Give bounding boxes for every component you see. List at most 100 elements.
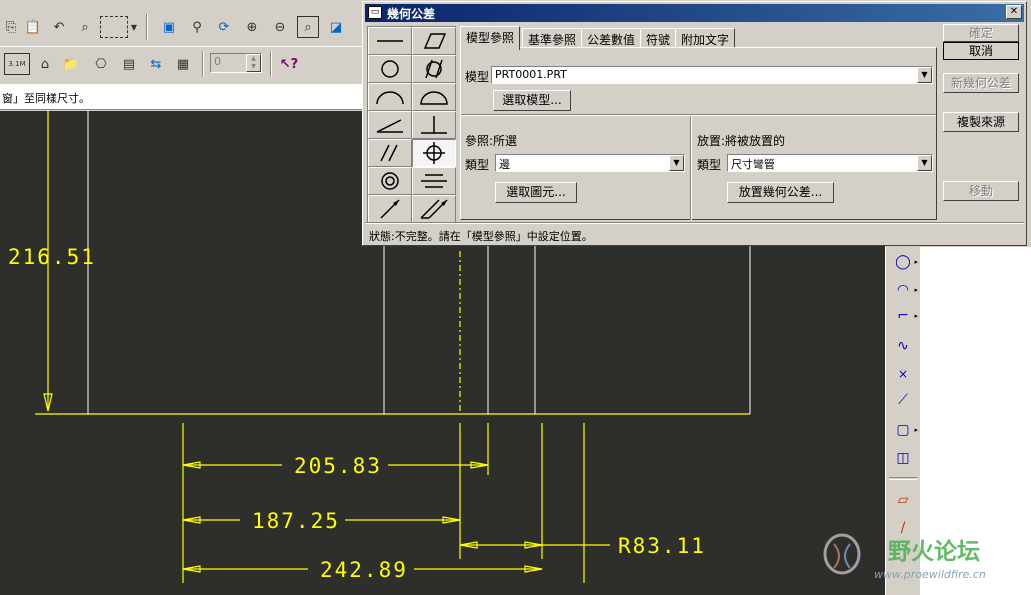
close-button[interactable]: ✕	[1006, 5, 1022, 19]
spin-value: 0	[214, 55, 221, 68]
reference-heading: 參照:所選	[465, 134, 518, 148]
close-icon: ✕	[1009, 6, 1019, 17]
select-entity-button[interactable]: 選取圖元...	[495, 182, 577, 203]
grid-icon[interactable]: ▦	[172, 53, 194, 75]
cancel-button[interactable]: 取消	[943, 42, 1019, 60]
select-model-button[interactable]: 選取模型...	[493, 90, 571, 111]
zoom-in-icon[interactable]: ⊕	[241, 16, 263, 38]
reference-type-label: 類型	[465, 158, 490, 172]
chevron-down-icon[interactable]: ▼	[917, 155, 932, 171]
flatness-tool-icon[interactable]: ▱	[890, 489, 916, 511]
parallelism-icon[interactable]	[368, 139, 412, 167]
fillet-tool-icon[interactable]: ⌐ ▸	[890, 305, 918, 327]
spline-tool-icon[interactable]: ∿	[890, 335, 916, 357]
circularity-icon[interactable]	[368, 55, 412, 83]
scale-icon[interactable]: 3.1M	[4, 53, 30, 75]
placement-type-select[interactable]: 尺寸彎管 ▼	[727, 154, 933, 172]
line-profile-icon[interactable]	[368, 83, 412, 111]
gtol-symbol-palette	[367, 26, 456, 223]
dim-text-r83[interactable]: R83.11	[618, 534, 706, 558]
model-label: 模型	[465, 70, 490, 84]
position-icon[interactable]	[412, 139, 456, 167]
dim-text-205[interactable]: 205.83	[294, 454, 382, 478]
tab-datum-reference[interactable]: 基準參照	[522, 28, 583, 48]
undo-icon[interactable]: ↶	[48, 16, 70, 38]
toolbar-separator	[146, 14, 148, 40]
flatness-icon[interactable]	[412, 27, 456, 55]
angularity-icon[interactable]	[368, 111, 412, 139]
geometric-tolerance-dialog: ▭ 幾何公差 ✕ 模型參照 基準參照 公差數值 符號 附加文字 模型 PRT00…	[362, 1, 1027, 246]
message-text: 窗」至同樣尺寸。	[2, 92, 90, 105]
model-value: PRT0001.PRT	[495, 68, 567, 81]
repaint-icon[interactable]: ◪	[325, 16, 347, 38]
chevron-down-icon[interactable]: ▼	[917, 67, 932, 83]
circle-tool-icon[interactable]: ◯ ▸	[890, 251, 918, 273]
dialog-status: 狀態:不完整。請在「模型參照」中設定位置。	[367, 225, 1023, 243]
move-button[interactable]: 移動	[943, 181, 1019, 201]
symmetry-icon[interactable]	[412, 167, 456, 195]
tab-model-reference[interactable]: 模型參照	[460, 26, 521, 50]
reference-type-select[interactable]: 邊 ▼	[495, 154, 685, 172]
model-select[interactable]: PRT0001.PRT ▼	[491, 66, 933, 84]
rectangle-tool-icon[interactable]: ▢ ▸	[890, 419, 918, 441]
tab-symbol[interactable]: 符號	[640, 28, 677, 48]
chevron-down-icon[interactable]: ▼	[128, 16, 140, 38]
spin-input[interactable]: 0 ▲ ▼	[210, 53, 262, 73]
point-tool-icon[interactable]: ×	[890, 363, 916, 385]
dialog-title: 幾何公差	[387, 7, 436, 21]
surface-profile-icon[interactable]	[412, 83, 456, 111]
place-gtol-button[interactable]: 放置幾何公差...	[727, 182, 834, 203]
straightness-icon[interactable]	[368, 27, 412, 55]
dialog-status-text: 狀態:不完整。請在「模型參照」中設定位置。	[369, 230, 593, 243]
spin-arrows-icon[interactable]: ▲ ▼	[246, 54, 261, 72]
toolbar-top: ⎘ 📋 ↶ ⌕ ▼ ▣ ⚲ ⟳ ⊕ ⊖ ⌕ ◪	[0, 10, 365, 48]
select-box-icon[interactable]	[100, 16, 128, 38]
divider	[365, 222, 1024, 224]
window-icon: ▭	[368, 6, 382, 19]
chevron-down-icon[interactable]: ▼	[669, 155, 684, 171]
datum-icon[interactable]: ⚲	[186, 16, 208, 38]
folder-icon[interactable]: 📁	[60, 53, 82, 75]
zoom-out-icon[interactable]: ⊖	[269, 16, 291, 38]
update-icon[interactable]: ⇆	[145, 53, 167, 75]
help-pointer-icon[interactable]: ↖?	[278, 53, 300, 75]
mirror-tool-icon[interactable]: ◫	[890, 447, 916, 469]
new-gtol-button[interactable]: 新幾何公差	[943, 73, 1019, 93]
toolbar-separator	[889, 477, 917, 480]
tab-tolerance-value[interactable]: 公差數值	[581, 28, 642, 48]
copy-icon[interactable]: ⎘	[0, 16, 22, 38]
toolbar-second: 3.1M ⌂ 📁 ⎔ ▤ ⇆ ▦ 0 ▲ ▼ ↖?	[0, 46, 365, 84]
total-runout-icon[interactable]	[412, 195, 456, 223]
copy-from-button[interactable]: 複製來源	[943, 112, 1019, 132]
cylindricity-icon[interactable]	[412, 55, 456, 83]
refit-icon[interactable]: ⌕	[297, 16, 319, 38]
tab-additional-text[interactable]: 附加文字	[675, 28, 736, 48]
menu-bar[interactable]	[0, 0, 365, 10]
dim-text-187[interactable]: 187.25	[252, 509, 340, 533]
use-edge-icon[interactable]: ⟋	[890, 389, 916, 411]
ok-button[interactable]: 確定	[943, 24, 1019, 42]
divider	[461, 114, 936, 116]
divider	[690, 116, 692, 220]
binoculars-icon[interactable]: ⌕	[74, 16, 96, 38]
table-icon[interactable]: ▤	[118, 53, 140, 75]
paste-icon[interactable]: 📋	[22, 16, 44, 38]
watermark-name: 野火论坛	[888, 539, 980, 565]
dialog-titlebar[interactable]: ▭ 幾何公差 ✕	[365, 4, 1024, 22]
message-line: 窗」至同樣尺寸。	[0, 84, 365, 110]
tab-panel: 模型 PRT0001.PRT ▼ 選取模型... 參照:所選 類型 邊 ▼ 選取…	[460, 47, 937, 220]
perpendicularity-icon[interactable]	[412, 111, 456, 139]
toolbar-separator	[202, 51, 204, 77]
sketch-view-icon[interactable]: ▣	[158, 16, 180, 38]
forum-watermark: 野火论坛 www.proewildfire.cn	[820, 528, 1020, 588]
watermark-url: www.proewildfire.cn	[874, 568, 986, 581]
toolbar-separator	[270, 51, 272, 77]
regenerate-icon[interactable]: ⟳	[213, 16, 235, 38]
view-icon[interactable]: ⌂	[34, 53, 56, 75]
layer-icon[interactable]: ⎔	[90, 53, 112, 75]
arc-tool-icon[interactable]: ◠ ▸	[890, 279, 918, 301]
concentricity-icon[interactable]	[368, 167, 412, 195]
dim-text-216[interactable]: 216.51	[8, 245, 96, 269]
dim-text-242[interactable]: 242.89	[320, 558, 408, 582]
circular-runout-icon[interactable]	[368, 195, 412, 223]
